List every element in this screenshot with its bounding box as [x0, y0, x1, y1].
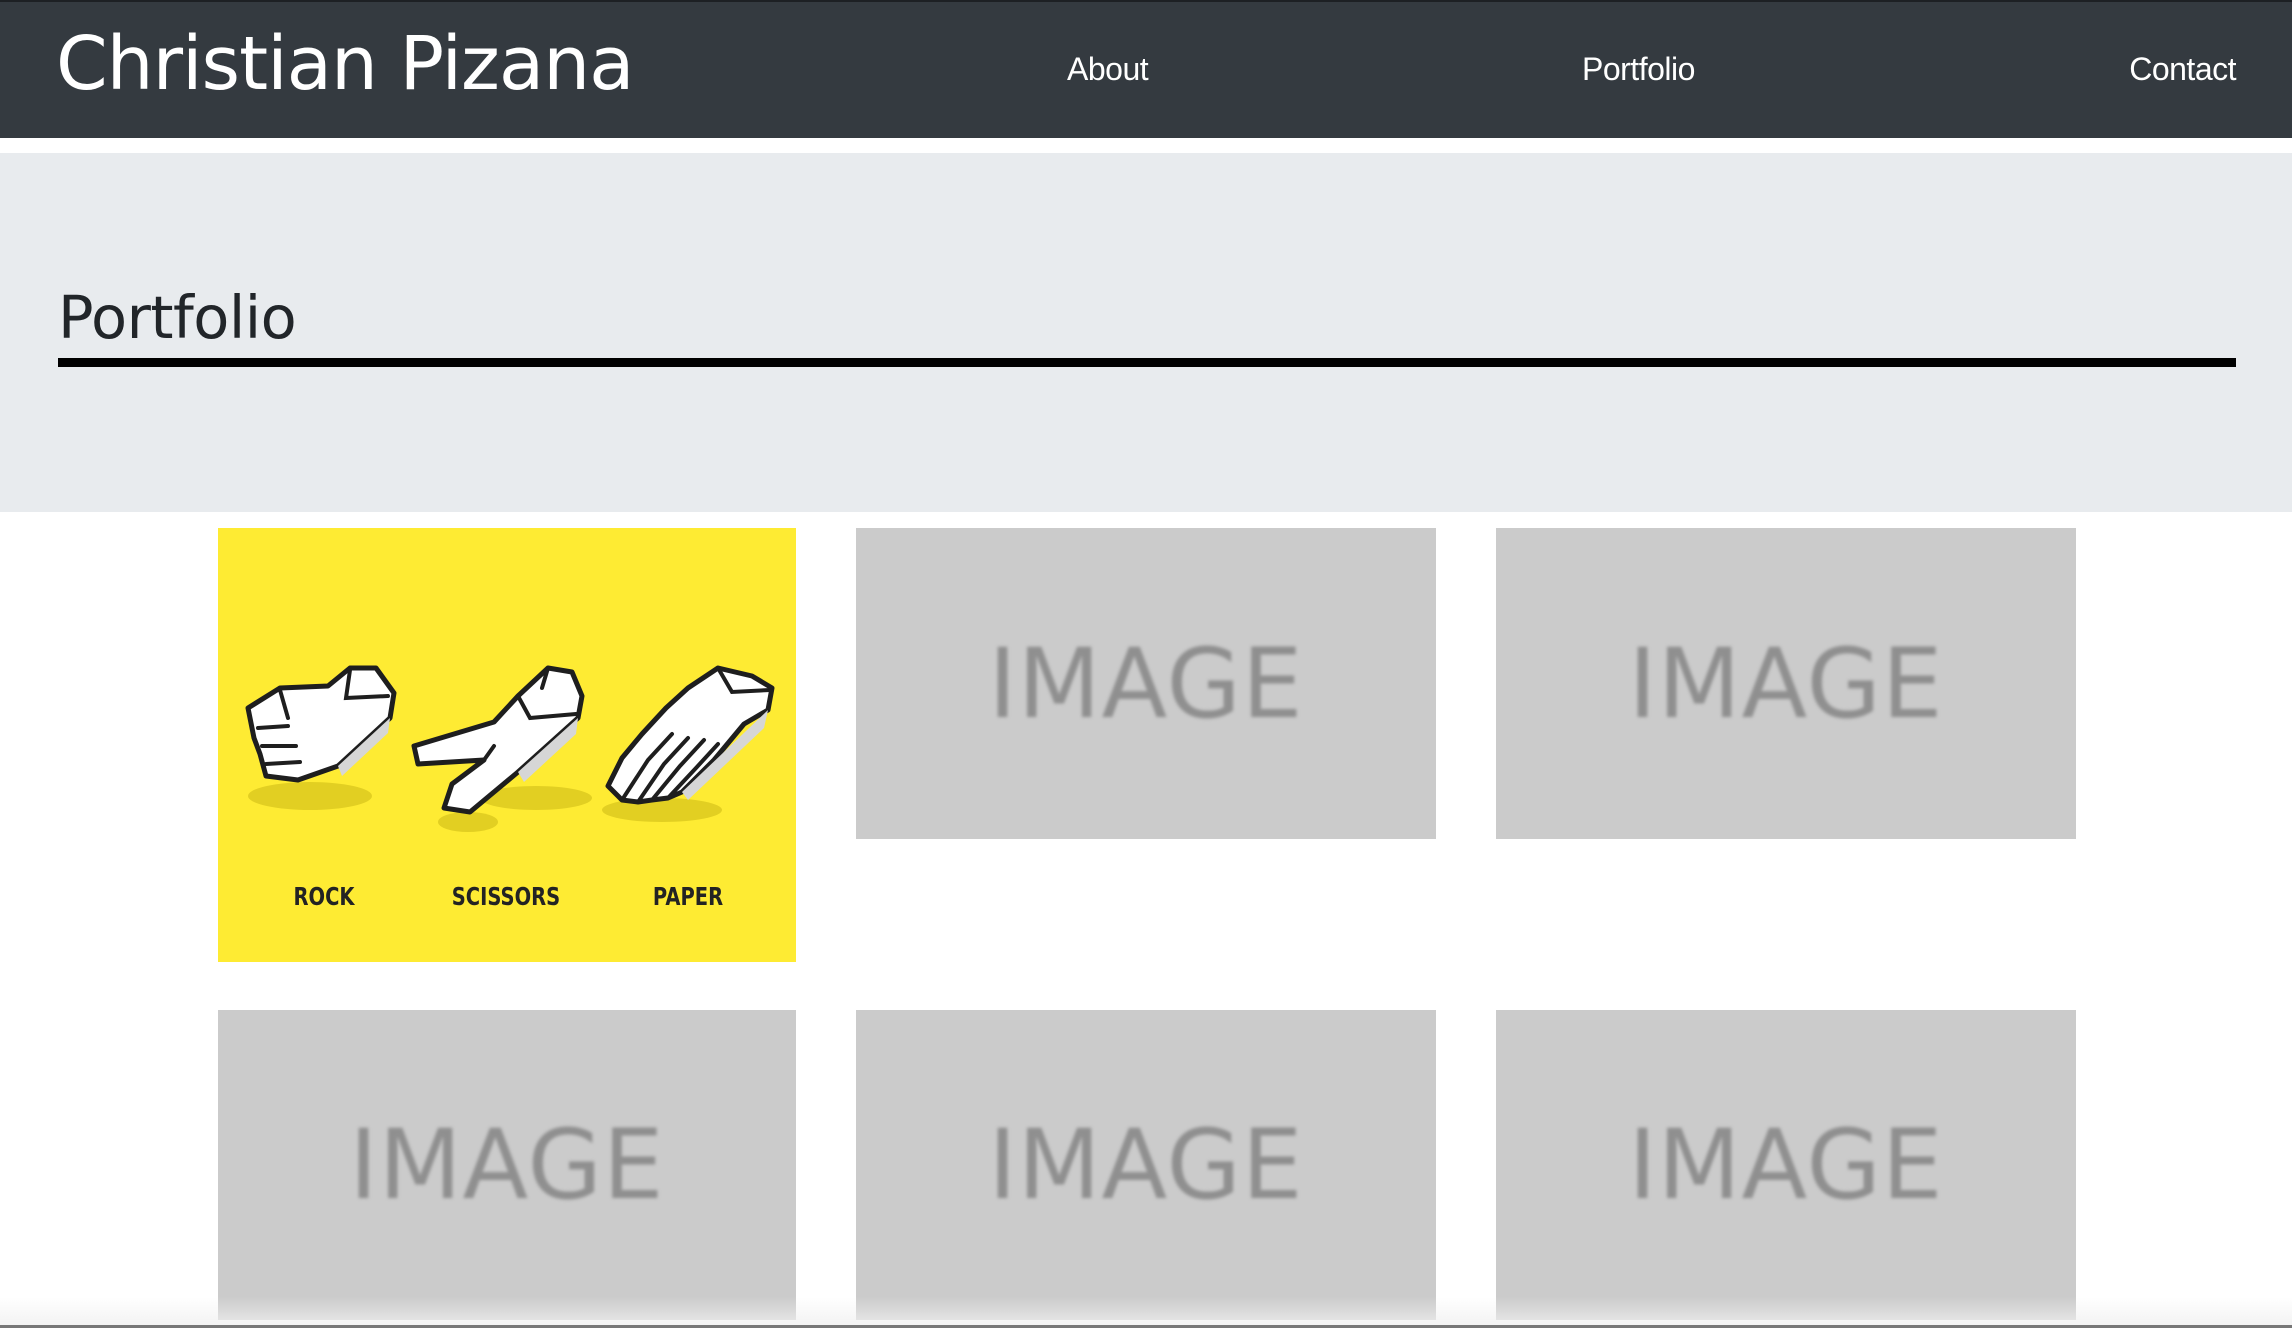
navbar: Christian Pizana About Portfolio Contact — [0, 0, 2292, 138]
nav-link-portfolio[interactable]: Portfolio — [1582, 44, 1695, 94]
title-divider — [58, 358, 2236, 367]
brand-title[interactable]: Christian Pizana — [56, 16, 634, 112]
nav-link-about[interactable]: About — [1067, 44, 1149, 94]
placeholder-image-text: IMAGE — [1628, 1109, 1944, 1221]
rock-label: ROCK — [293, 882, 355, 911]
portfolio-card-4[interactable]: IMAGE — [218, 1010, 796, 1320]
page-title: Portfolio — [58, 283, 297, 352]
placeholder-image-text: IMAGE — [988, 627, 1304, 740]
jumbotron: Portfolio — [0, 153, 2292, 512]
paper-hand-icon — [602, 665, 775, 822]
window-bottom-edge — [0, 1297, 2292, 1328]
portfolio-card-2[interactable]: IMAGE — [856, 528, 1436, 839]
placeholder-image-text: IMAGE — [988, 1109, 1304, 1221]
portfolio-card-6[interactable]: IMAGE — [1496, 1010, 2076, 1320]
paper-label: PAPER — [652, 882, 724, 911]
nav-link-contact[interactable]: Contact — [2129, 44, 2236, 94]
portfolio-card-rock-paper-scissors[interactable]: ROCK SCISSORS PAPER — [218, 528, 796, 962]
scissors-hand-icon — [411, 665, 592, 832]
portfolio-card-5[interactable]: IMAGE — [856, 1010, 1436, 1320]
placeholder-image-text: IMAGE — [349, 1109, 665, 1221]
portfolio-card-3[interactable]: IMAGE — [1496, 528, 2076, 839]
placeholder-image-text: IMAGE — [1628, 627, 1944, 740]
rock-hand-icon — [245, 665, 397, 810]
scissors-label: SCISSORS — [451, 882, 561, 911]
